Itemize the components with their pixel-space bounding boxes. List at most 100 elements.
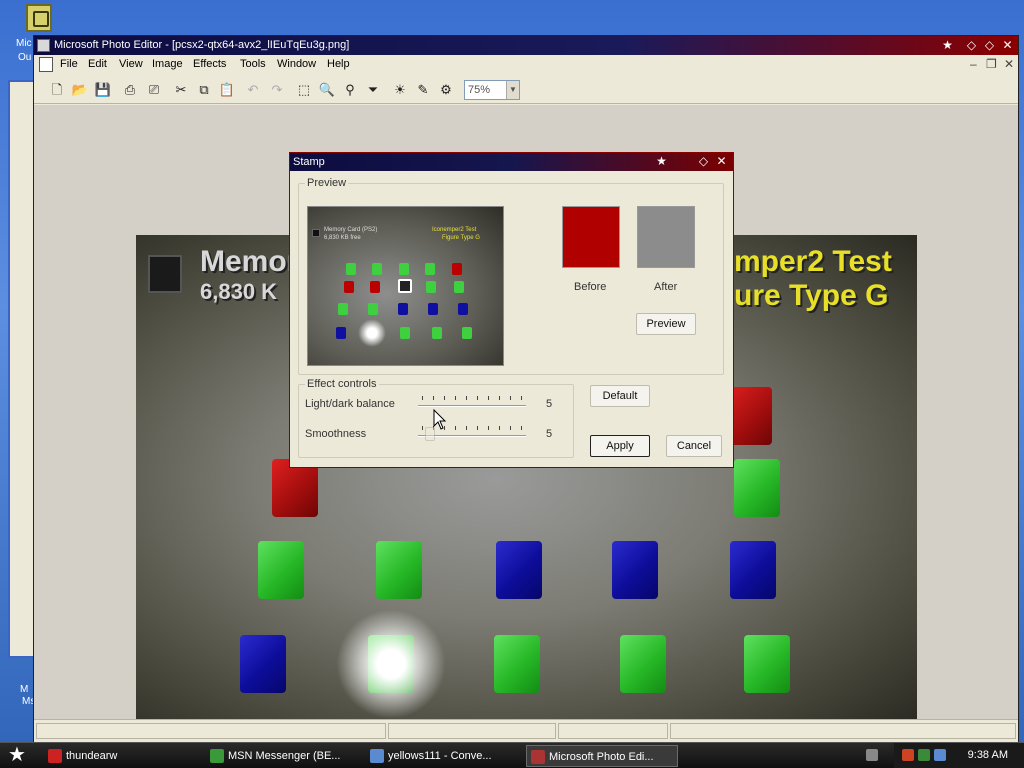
desktop-label-fragment: Ou (18, 52, 32, 63)
document-icon[interactable] (39, 57, 53, 72)
preview-group-label: Preview (307, 177, 347, 189)
mini-cube (452, 263, 462, 275)
mini-cube (344, 281, 354, 293)
copy-icon[interactable]: ⧉ (195, 81, 213, 99)
app-icon (48, 749, 62, 763)
mdi-restore-button[interactable]: ❐ (986, 57, 997, 71)
thumbnail-text: Iconemper2 Test (432, 227, 477, 233)
mini-glow (358, 319, 386, 347)
new-icon[interactable]: 🗋 (48, 81, 66, 99)
effects-icon[interactable]: ⚙ (437, 81, 455, 99)
cube (730, 541, 776, 599)
after-label: After (654, 281, 678, 293)
msn-tray-icon[interactable] (918, 749, 930, 761)
status-pane (36, 723, 386, 739)
taskbar-item-label: yellows111 - Conve... (388, 750, 492, 762)
taskbar-item-label: thundearw (66, 750, 118, 762)
mini-cube (336, 327, 346, 339)
menu-tools[interactable]: Tools (240, 58, 266, 70)
taskbar-item[interactable]: thundearw (44, 745, 194, 767)
menu-file[interactable]: File (60, 58, 78, 70)
undo-icon[interactable]: ↶ (244, 81, 262, 99)
keyboard-icon[interactable] (866, 749, 878, 761)
funnel-icon[interactable]: ⏷ (364, 81, 382, 99)
cube (744, 635, 790, 693)
mini-cube (370, 281, 380, 293)
smoothness-label: Smoothness (305, 428, 367, 440)
menu-bar: File Edit View Image Effects Tools Windo… (34, 55, 1018, 75)
mini-cube (454, 281, 464, 293)
menu-edit[interactable]: Edit (88, 58, 107, 70)
taskbar-item[interactable]: MSN Messenger (BE... (206, 745, 356, 767)
effect-controls-label: Effect controls (307, 378, 377, 390)
preview-thumbnail[interactable]: Memory Card (PS2) 6,830 KB free Iconempe… (307, 206, 504, 366)
mdi-minimize-button[interactable]: – (970, 57, 977, 71)
canvas-text-title: Memor (200, 245, 299, 278)
desktop-app-icon[interactable] (26, 4, 52, 32)
start-button[interactable]: ★ (6, 744, 28, 766)
dialog-help-button[interactable]: ◇ (696, 154, 711, 169)
cancel-button[interactable]: Cancel (666, 435, 722, 457)
default-button[interactable]: Default (590, 385, 650, 407)
mini-cube (428, 303, 438, 315)
menu-image[interactable]: Image (152, 58, 183, 70)
close-button[interactable]: ✕ (1000, 38, 1015, 53)
mini-cube (399, 263, 409, 275)
zoom-value: 75% (468, 84, 491, 96)
selected-mini-cube (398, 279, 412, 293)
canvas-text-subtitle: 6,830 K (200, 279, 278, 304)
thumbnail-text: Figure Type G (442, 235, 480, 241)
thumbnail-text: 6,830 KB free (324, 235, 361, 241)
zoom-icon[interactable]: 🔍 (318, 81, 336, 99)
preview-button[interactable]: Preview (636, 313, 696, 335)
minimize-button[interactable]: ◇ (964, 38, 979, 53)
print-icon[interactable]: ⎙ (121, 81, 139, 99)
menu-effects[interactable]: Effects (193, 58, 226, 70)
cube (494, 635, 540, 693)
canvas-text-right-title: mper2 Test (734, 245, 892, 278)
tray-app-icon[interactable] (902, 749, 914, 761)
menu-help[interactable]: Help (327, 58, 350, 70)
taskbar-item[interactable]: yellows111 - Conve... (366, 745, 516, 767)
select-icon[interactable]: ⬚ (295, 81, 313, 99)
chevron-down-icon[interactable]: ▼ (506, 81, 519, 99)
brush-icon[interactable]: ✎ (414, 81, 432, 99)
mdi-close-button[interactable]: ✕ (1004, 57, 1014, 71)
desktop-label-fragment: Mic (16, 38, 32, 49)
memory-card-icon (148, 255, 182, 293)
apply-button[interactable]: Apply (590, 435, 650, 457)
save-icon[interactable]: 💾 (94, 81, 112, 99)
memory-card-icon (312, 229, 320, 237)
zoom-combobox[interactable]: 75% ▼ (464, 80, 520, 100)
network-tray-icon[interactable] (934, 749, 946, 761)
dialog-title-bar[interactable]: Stamp ★ ◇ ✕ (290, 153, 733, 171)
taskbar-item-active[interactable]: Microsoft Photo Edi... (526, 745, 678, 767)
mini-cube (425, 263, 435, 275)
auto-balance-icon[interactable]: ☀ (391, 81, 409, 99)
pin-icon[interactable]: ⚲ (341, 81, 359, 99)
cube (734, 459, 780, 517)
mini-cube (338, 303, 348, 315)
paste-icon[interactable]: 📋 (218, 81, 236, 99)
mouse-cursor-icon (433, 409, 447, 430)
cube (620, 635, 666, 693)
menu-window[interactable]: Window (277, 58, 316, 70)
star-icon[interactable]: ★ (654, 154, 669, 169)
redo-icon[interactable]: ↷ (268, 81, 286, 99)
open-icon[interactable]: 📂 (71, 81, 89, 99)
title-bar[interactable]: Microsoft Photo Editor - [pcsx2-qtx64-av… (34, 36, 1018, 55)
mini-cube (432, 327, 442, 339)
mini-cube (368, 303, 378, 315)
cut-icon[interactable]: ✂ (172, 81, 190, 99)
desktop-label-fragment: M (20, 684, 29, 695)
clock: 9:38 AM (967, 749, 1008, 761)
taskbar-item-label: MSN Messenger (BE... (228, 750, 341, 762)
before-label: Before (574, 281, 607, 293)
scan-icon[interactable]: ⎚ (145, 81, 163, 99)
star-icon[interactable]: ★ (940, 38, 955, 53)
dialog-close-button[interactable]: ✕ (714, 154, 729, 169)
maximize-button[interactable]: ◇ (982, 38, 997, 53)
stamp-dialog: Stamp ★ ◇ ✕ Preview Memory Card (PS2) 6,… (289, 152, 734, 468)
menu-view[interactable]: View (119, 58, 143, 70)
status-pane (670, 723, 1016, 739)
